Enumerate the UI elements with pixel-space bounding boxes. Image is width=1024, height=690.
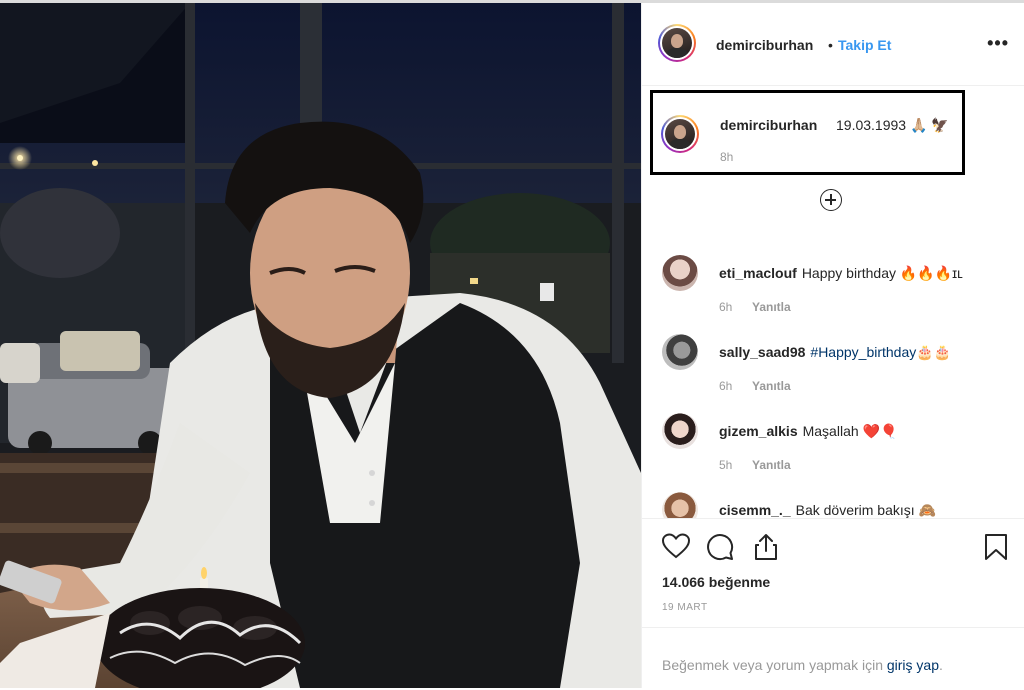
post-date: 19 MART: [662, 602, 708, 613]
like-count[interactable]: 14.066 beğenme: [662, 574, 770, 590]
commenter-avatar[interactable]: [662, 255, 698, 291]
birthday-photo-illustration: [0, 3, 641, 688]
comment-username[interactable]: sally_saad98: [719, 344, 805, 360]
comment-text: Happy birthday 🔥🔥🔥ɪʟ: [801, 265, 963, 281]
commenter-avatar[interactable]: [662, 413, 698, 449]
comment-time[interactable]: 6h: [719, 300, 732, 314]
comment-item: gizem_alkis Maşallah ❤️🎈 5h Yanıtla: [642, 405, 1024, 483]
comment-time[interactable]: 5h: [719, 458, 732, 472]
post-side-panel: demirciburhan • Takip Et ••• demirciburh…: [641, 3, 1024, 688]
comment-text: Bak döverim bakışı 🙈: [795, 502, 936, 518]
post-header: demirciburhan • Takip Et •••: [642, 3, 1024, 86]
commenter-avatar[interactable]: [662, 334, 698, 370]
login-prompt: Beğenmek veya yorum yapmak için giriş ya…: [642, 627, 1024, 690]
comment-username[interactable]: gizem_alkis: [719, 423, 798, 439]
caption-username[interactable]: demirciburhan: [720, 117, 817, 133]
separator-dot: •: [828, 37, 833, 53]
login-prompt-suffix: .: [939, 657, 943, 673]
post-caption: demirciburhan 19.03.1993 🙏🏼 🦅 8h: [650, 90, 965, 175]
author-avatar[interactable]: [658, 24, 696, 62]
post-photo[interactable]: [0, 3, 641, 688]
comment-list[interactable]: eti_maclouf Happy birthday 🔥🔥🔥ɪʟ 6h Yanıt…: [642, 235, 1024, 518]
caption-avatar[interactable]: [661, 115, 699, 153]
heart-icon[interactable]: [662, 533, 690, 559]
hashtag-link[interactable]: #Happy_birthday: [810, 344, 916, 360]
share-icon[interactable]: [753, 533, 779, 561]
comment-text: Maşallah ❤️🎈: [802, 423, 898, 439]
comment-text: 🎂🎂: [916, 344, 952, 360]
author-username[interactable]: demirciburhan: [716, 37, 813, 53]
comment-username[interactable]: cisemm_._: [719, 502, 791, 518]
reply-button[interactable]: Yanıtla: [752, 300, 791, 314]
comment-icon[interactable]: [706, 533, 734, 561]
reply-button[interactable]: Yanıtla: [752, 379, 791, 393]
commenter-avatar[interactable]: [662, 492, 698, 518]
reply-button[interactable]: Yanıtla: [752, 458, 791, 472]
comment-username[interactable]: eti_maclouf: [719, 265, 797, 281]
caption-time[interactable]: 8h: [720, 150, 733, 164]
follow-button[interactable]: Takip Et: [838, 37, 891, 53]
comment-item: cisemm_._ Bak döverim bakışı 🙈: [642, 484, 1024, 518]
login-prompt-text: Beğenmek veya yorum yapmak için: [662, 657, 887, 673]
comment-time[interactable]: 6h: [719, 379, 732, 393]
comment-item: eti_maclouf Happy birthday 🔥🔥🔥ɪʟ 6h Yanıt…: [642, 247, 1024, 325]
caption-text: 19.03.1993 🙏🏼 🦅: [836, 117, 949, 133]
comment-item: sally_saad98 #Happy_birthday🎂🎂 6h Yanıtla: [642, 326, 1024, 404]
plus-circle-icon[interactable]: [820, 189, 842, 211]
bookmark-icon[interactable]: [984, 533, 1008, 561]
post-actions: 14.066 beğenme 19 MART Beğenmek veya yor…: [642, 518, 1024, 689]
more-options-icon[interactable]: •••: [987, 33, 1009, 54]
login-link[interactable]: giriş yap: [887, 657, 939, 673]
